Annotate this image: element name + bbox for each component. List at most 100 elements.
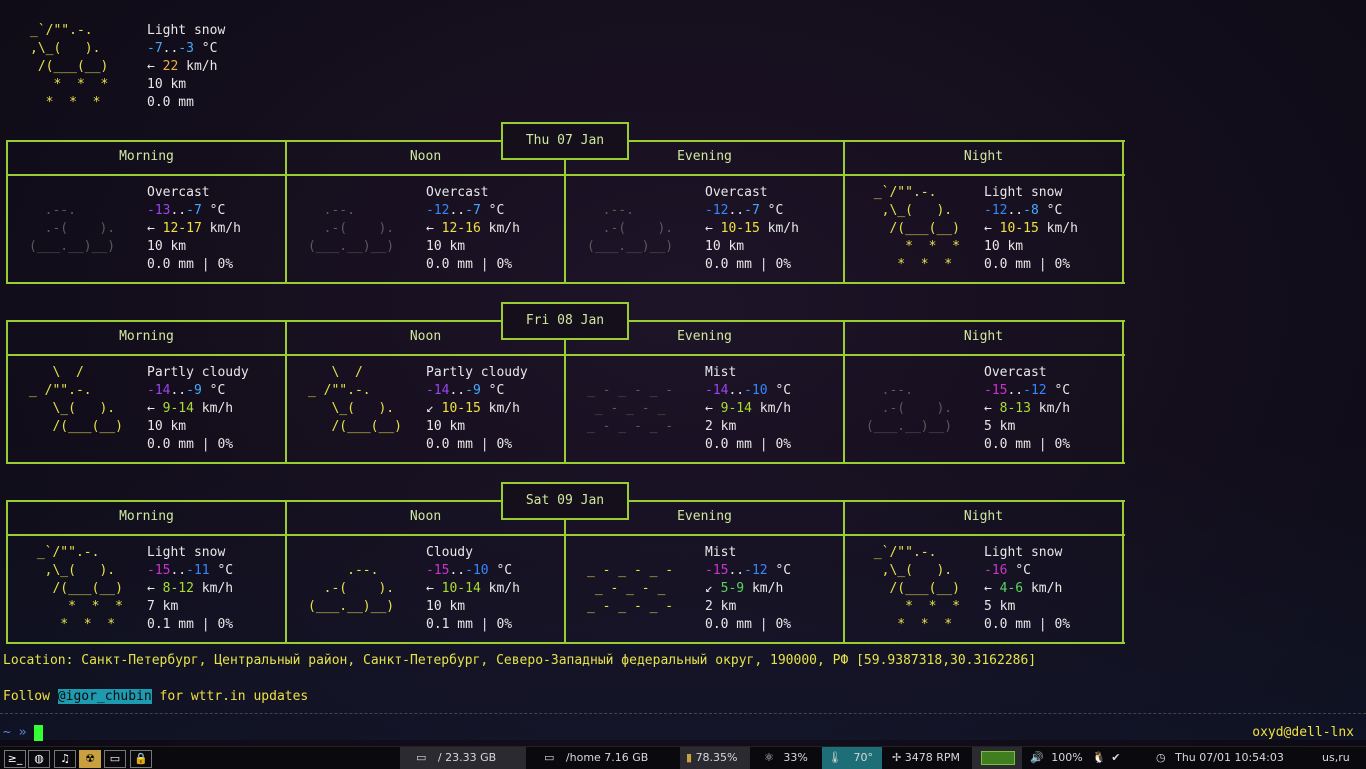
precipitation: 0.0 mm | 0%	[984, 257, 1071, 272]
tag-monitor[interactable]: ▭	[104, 750, 126, 768]
forecast-precip: 0.0 mm | 0%	[984, 616, 1070, 634]
temp-sep: ..	[449, 203, 466, 218]
tag-browser[interactable]: ◍	[28, 750, 50, 768]
current-temperature: -7..-3 °C	[147, 40, 217, 58]
keyboard-layout[interactable]: us,ru	[1322, 747, 1362, 769]
forecast-visibility: 10 km	[705, 238, 744, 256]
memory-widget: ▮ 78.35%	[680, 747, 750, 769]
temp-low: -15	[147, 563, 171, 578]
weather-art-line: * * *	[30, 77, 109, 92]
forecast-description: Partly cloudy	[426, 364, 528, 382]
condition-text: Overcast	[426, 185, 489, 200]
network-widget: 🐧 ✔	[1090, 747, 1140, 769]
clock-widget[interactable]: ◷ Thu 07/01 10:54:03	[1154, 747, 1310, 769]
visibility: 10 km	[147, 419, 187, 434]
forecast-visibility: 10 km	[426, 418, 465, 436]
forecast-precip: 0.0 mm | 0%	[147, 256, 233, 274]
forecast-temperature: -14..-9 °C	[147, 382, 225, 400]
disk-root-value: / 23.33 GB	[437, 751, 497, 764]
condition-text: Mist	[705, 365, 737, 380]
wind-unit: km/h	[201, 581, 234, 596]
wind-speed: 5-9	[720, 581, 745, 596]
table-border	[7, 642, 1125, 644]
forecast-visibility: 10 km	[984, 238, 1023, 256]
visibility: 10 km	[426, 239, 466, 254]
wind-arrow-icon: ←	[147, 59, 155, 74]
temp-low: -12	[984, 203, 1008, 218]
temp-high: -12	[1023, 383, 1047, 398]
atom-icon: ⚛	[764, 751, 774, 764]
temp-unit: °C	[1015, 563, 1031, 578]
temp-unit: °C	[209, 383, 226, 398]
forecast-description: Partly cloudy	[147, 364, 249, 382]
temp-sep: ..	[449, 383, 466, 398]
weather-art-line: (___.__)__)	[308, 239, 395, 254]
forecast-description: Overcast	[705, 184, 768, 202]
wind-unit: km/h	[201, 401, 234, 416]
period-header-noon: Noon	[409, 149, 442, 164]
forecast-temperature: -14..-9 °C	[426, 382, 504, 400]
table-border	[7, 354, 1125, 356]
temp-low: -14	[705, 383, 729, 398]
wind-unit: km/h	[1046, 221, 1078, 236]
battery-widget	[972, 747, 1022, 769]
weather-art-line: (___.__)__)	[29, 239, 116, 254]
forecast-precip: 0.0 mm | 0%	[426, 256, 512, 274]
temp-high: -3	[178, 41, 194, 56]
wind-unit: km/h	[759, 401, 792, 416]
weather-art-line: _ - _ - _	[587, 401, 666, 416]
weather-art-line: .--.	[308, 563, 379, 578]
temp-low: -7	[147, 41, 163, 56]
weather-art-line: * * *	[866, 617, 953, 632]
forecast-precip: 0.1 mm | 0%	[147, 616, 233, 634]
temp-high: -10	[465, 563, 489, 578]
forecast-wind: ← 9-14 km/h	[705, 400, 791, 418]
cpu-value: 33%	[783, 751, 808, 764]
weather-art-line: \ /	[308, 365, 363, 380]
forecast-wind: ← 8-12 km/h	[147, 580, 233, 598]
temp-sep: ..	[170, 383, 187, 398]
forecast-visibility: 5 km	[984, 418, 1015, 436]
weather-art-line: _`/"".-.	[866, 185, 937, 200]
forecast-visibility: 10 km	[147, 418, 186, 436]
volume-widget[interactable]: 🔊 100%	[1026, 747, 1084, 769]
tag-radiation[interactable]: ☢	[79, 750, 101, 768]
precipitation: 0.1 mm | 0%	[147, 617, 234, 632]
temp-high: -9	[465, 383, 481, 398]
wind-arrow-icon: ←	[147, 581, 155, 596]
tag-music[interactable]: ♫	[54, 750, 76, 768]
forecast-precip: 0.0 mm | 0%	[705, 256, 791, 274]
tag-lock[interactable]: 🔒	[130, 750, 152, 768]
wind-arrow-icon: ↙	[705, 581, 713, 596]
visibility: 5 km	[984, 599, 1016, 614]
terminal-window[interactable]: _`/"".-. ,\_( ). /(___(__) * * * * * * Lig…	[0, 0, 1366, 746]
forecast-description: Mist	[705, 544, 736, 562]
weather-art-line: \_( ).	[29, 401, 116, 416]
wind-unit: km/h	[488, 401, 520, 416]
precipitation: 0.0 mm | 0%	[705, 257, 792, 272]
twitter-handle-link[interactable]: @igor_chubin	[57, 689, 152, 704]
weather-art-line: .-( ).	[29, 221, 116, 236]
forecast-wind: ← 9-14 km/h	[147, 400, 233, 418]
shell-prompt[interactable]: ~ »	[3, 724, 44, 742]
period-header-evening: Evening	[677, 149, 732, 164]
forecast-visibility: 2 km	[705, 598, 736, 616]
forecast-description: Overcast	[147, 184, 210, 202]
forecast-temperature: -12..-7 °C	[705, 202, 783, 220]
prompt-hostname: oxyd@dell-lnx	[1252, 725, 1354, 740]
battery-icon	[981, 751, 1015, 765]
wind-arrow-icon: ←	[426, 581, 434, 596]
current-wind: ← 22 km/h	[147, 58, 217, 76]
forecast-temperature: -15..-10 °C	[426, 562, 512, 580]
tag-terminal[interactable]: ≥_	[4, 750, 26, 768]
forecast-temperature: -15..-11 °C	[147, 562, 233, 580]
temp-unit: °C	[209, 203, 226, 218]
precipitation: 0.0 mm | 0%	[984, 617, 1071, 632]
temp-high: -11	[186, 563, 210, 578]
wind-speed: 22	[162, 59, 179, 74]
weather-art-line: \_( ).	[308, 401, 395, 416]
wind-arrow-icon: ←	[147, 221, 155, 236]
forecast-wind: ↙ 5-9 km/h	[705, 580, 783, 598]
temp-low: -12	[426, 203, 450, 218]
temp-sep: ..	[1007, 383, 1024, 398]
